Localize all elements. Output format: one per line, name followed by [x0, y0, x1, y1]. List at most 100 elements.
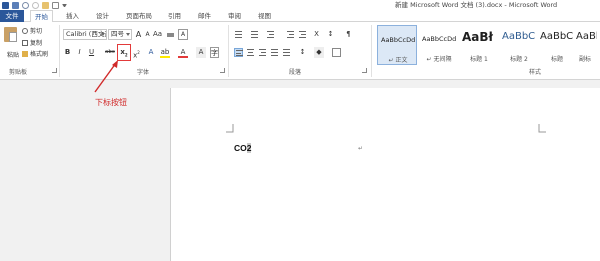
chevron-down-icon [101, 33, 105, 36]
font-group-label: 字体 [137, 69, 150, 76]
tab-insert[interactable]: 插入 [62, 10, 83, 22]
align-right-button[interactable] [258, 48, 267, 57]
italic-button[interactable]: I [75, 47, 84, 58]
paintbrush-icon [22, 50, 28, 57]
paste-label: 粘贴 [7, 52, 20, 59]
distributed-button[interactable] [282, 48, 291, 57]
title-bar: 新建 Microsoft Word 文档 (3).docx - Microsof… [0, 0, 600, 10]
font-name-dropdown[interactable]: Calibri (西文正 [63, 29, 107, 40]
style-sample: AaBbC [502, 31, 536, 42]
character-shading-button[interactable]: A [196, 47, 206, 58]
copy-label: 复制 [30, 40, 43, 47]
styles-group-label: 样式 [529, 69, 542, 76]
chinese-layout-button[interactable]: X [312, 29, 321, 40]
grow-font-button[interactable]: A [134, 29, 143, 40]
style-name: 标题 1 [470, 56, 488, 63]
chevron-down-icon [126, 33, 130, 36]
save-icon[interactable] [12, 1, 19, 9]
tab-file[interactable]: 文件 [0, 10, 24, 22]
shading-button[interactable]: ◆ [314, 47, 324, 58]
redo-icon[interactable] [32, 1, 39, 9]
align-left-button[interactable] [234, 48, 243, 57]
shrink-font-button[interactable]: A [143, 29, 152, 40]
copy-button[interactable]: 复制 [22, 38, 42, 47]
print-preview-icon[interactable] [52, 1, 59, 9]
font-size-value: 四号 [111, 30, 124, 38]
cut-button[interactable]: 剪切 [22, 26, 42, 35]
style-heading-1[interactable]: AaBł 标题 1 [459, 25, 499, 65]
font-launcher-icon[interactable] [220, 68, 225, 73]
numbering-button[interactable] [250, 30, 259, 39]
style-name: 标题 [550, 56, 563, 63]
strikethrough-button[interactable]: abc [104, 47, 116, 58]
bold-button[interactable]: B [63, 47, 72, 58]
style-no-spacing[interactable]: AaBbCcDd ↵ 无间隔 [419, 25, 459, 65]
style-name: ↵ 正文 [388, 57, 408, 64]
style-sample: AaBbC [576, 31, 597, 42]
group-divider [371, 25, 372, 77]
selected-text: 2 [246, 143, 252, 153]
subscript-button[interactable]: x2 [117, 44, 131, 61]
document-canvas [0, 80, 600, 261]
style-name: ↵ 无间隔 [426, 56, 452, 63]
underline-button[interactable]: U [87, 47, 96, 58]
style-title[interactable]: AaBbC 标题 [537, 25, 577, 65]
line-spacing-button[interactable]: ↕ [298, 47, 307, 58]
ribbon-tabs: 文件 开始 插入 设计 页面布局 引用 邮件 审阅 视图 [0, 10, 600, 23]
tab-view[interactable]: 视图 [254, 10, 275, 22]
paragraph-group-label: 段落 [289, 69, 302, 76]
clipboard-launcher-icon[interactable] [52, 68, 57, 73]
customize-toolbar-icon[interactable] [62, 3, 67, 7]
decrease-indent-button[interactable] [286, 30, 295, 39]
paste-paper-icon [9, 32, 17, 42]
window-title: 新建 Microsoft Word 文档 (3).docx - Microsof… [395, 1, 558, 9]
clear-formatting-icon[interactable] [166, 29, 175, 40]
paste-button[interactable]: 粘贴 [3, 25, 19, 61]
style-name: 标题 2 [510, 56, 528, 63]
font-color-button[interactable]: A [178, 47, 188, 58]
style-subtitle[interactable]: AaBbC 副标 [573, 25, 597, 65]
document-page[interactable] [170, 88, 600, 261]
sort-button[interactable]: ↕ [326, 29, 335, 40]
word-logo-icon [2, 1, 9, 9]
character-border-button[interactable]: A [178, 29, 188, 40]
paragraph-launcher-icon[interactable] [362, 68, 367, 73]
clipboard-group-label: 剪贴板 [9, 69, 28, 76]
tab-mailings[interactable]: 邮件 [194, 10, 215, 22]
undo-icon[interactable] [22, 1, 29, 9]
annotation-label: 下标按钮 [95, 98, 127, 107]
ribbon-home: 粘贴 剪切 复制 格式刷 剪贴板 Calibri (西文正 四号 A A Aa … [0, 22, 600, 80]
superscript-button[interactable]: x2 [132, 47, 141, 59]
borders-button[interactable] [332, 48, 341, 57]
show-marks-button[interactable]: ¶ [344, 29, 353, 40]
align-center-button[interactable] [246, 48, 255, 57]
increase-indent-button[interactable] [298, 30, 307, 39]
group-divider [59, 25, 60, 77]
style-sample: AaBbC [540, 31, 574, 42]
cut-label: 剪切 [30, 28, 43, 35]
open-icon[interactable] [42, 1, 49, 9]
copy-icon [22, 39, 28, 46]
format-painter-button[interactable]: 格式刷 [22, 49, 48, 58]
style-normal[interactable]: AaBbCcDd ↵ 正文 [377, 25, 417, 65]
tab-references[interactable]: 引用 [164, 10, 185, 22]
style-heading-2[interactable]: AaBbC 标题 2 [499, 25, 539, 65]
style-sample: AaBbCcDd [422, 35, 457, 43]
multilevel-list-button[interactable] [266, 30, 275, 39]
format-painter-label: 格式刷 [30, 51, 49, 58]
justify-button[interactable] [270, 48, 279, 57]
font-size-dropdown[interactable]: 四号 [108, 29, 132, 40]
tab-review[interactable]: 审阅 [224, 10, 245, 22]
group-divider [228, 25, 229, 77]
tab-design[interactable]: 设计 [92, 10, 113, 22]
text-effects-button[interactable]: A [146, 47, 156, 58]
change-case-button[interactable]: Aa [153, 29, 162, 40]
tab-page-layout[interactable]: 页面布局 [122, 10, 156, 22]
highlight-color-button[interactable]: ab [160, 47, 170, 58]
bullets-button[interactable] [234, 30, 243, 39]
document-text[interactable]: CO2 [234, 143, 252, 153]
style-sample: AaBł [462, 30, 493, 44]
document-text-main: CO [234, 143, 247, 153]
enclose-characters-button[interactable]: 字 [210, 47, 219, 58]
style-sample: AaBbCcDd [381, 36, 416, 44]
